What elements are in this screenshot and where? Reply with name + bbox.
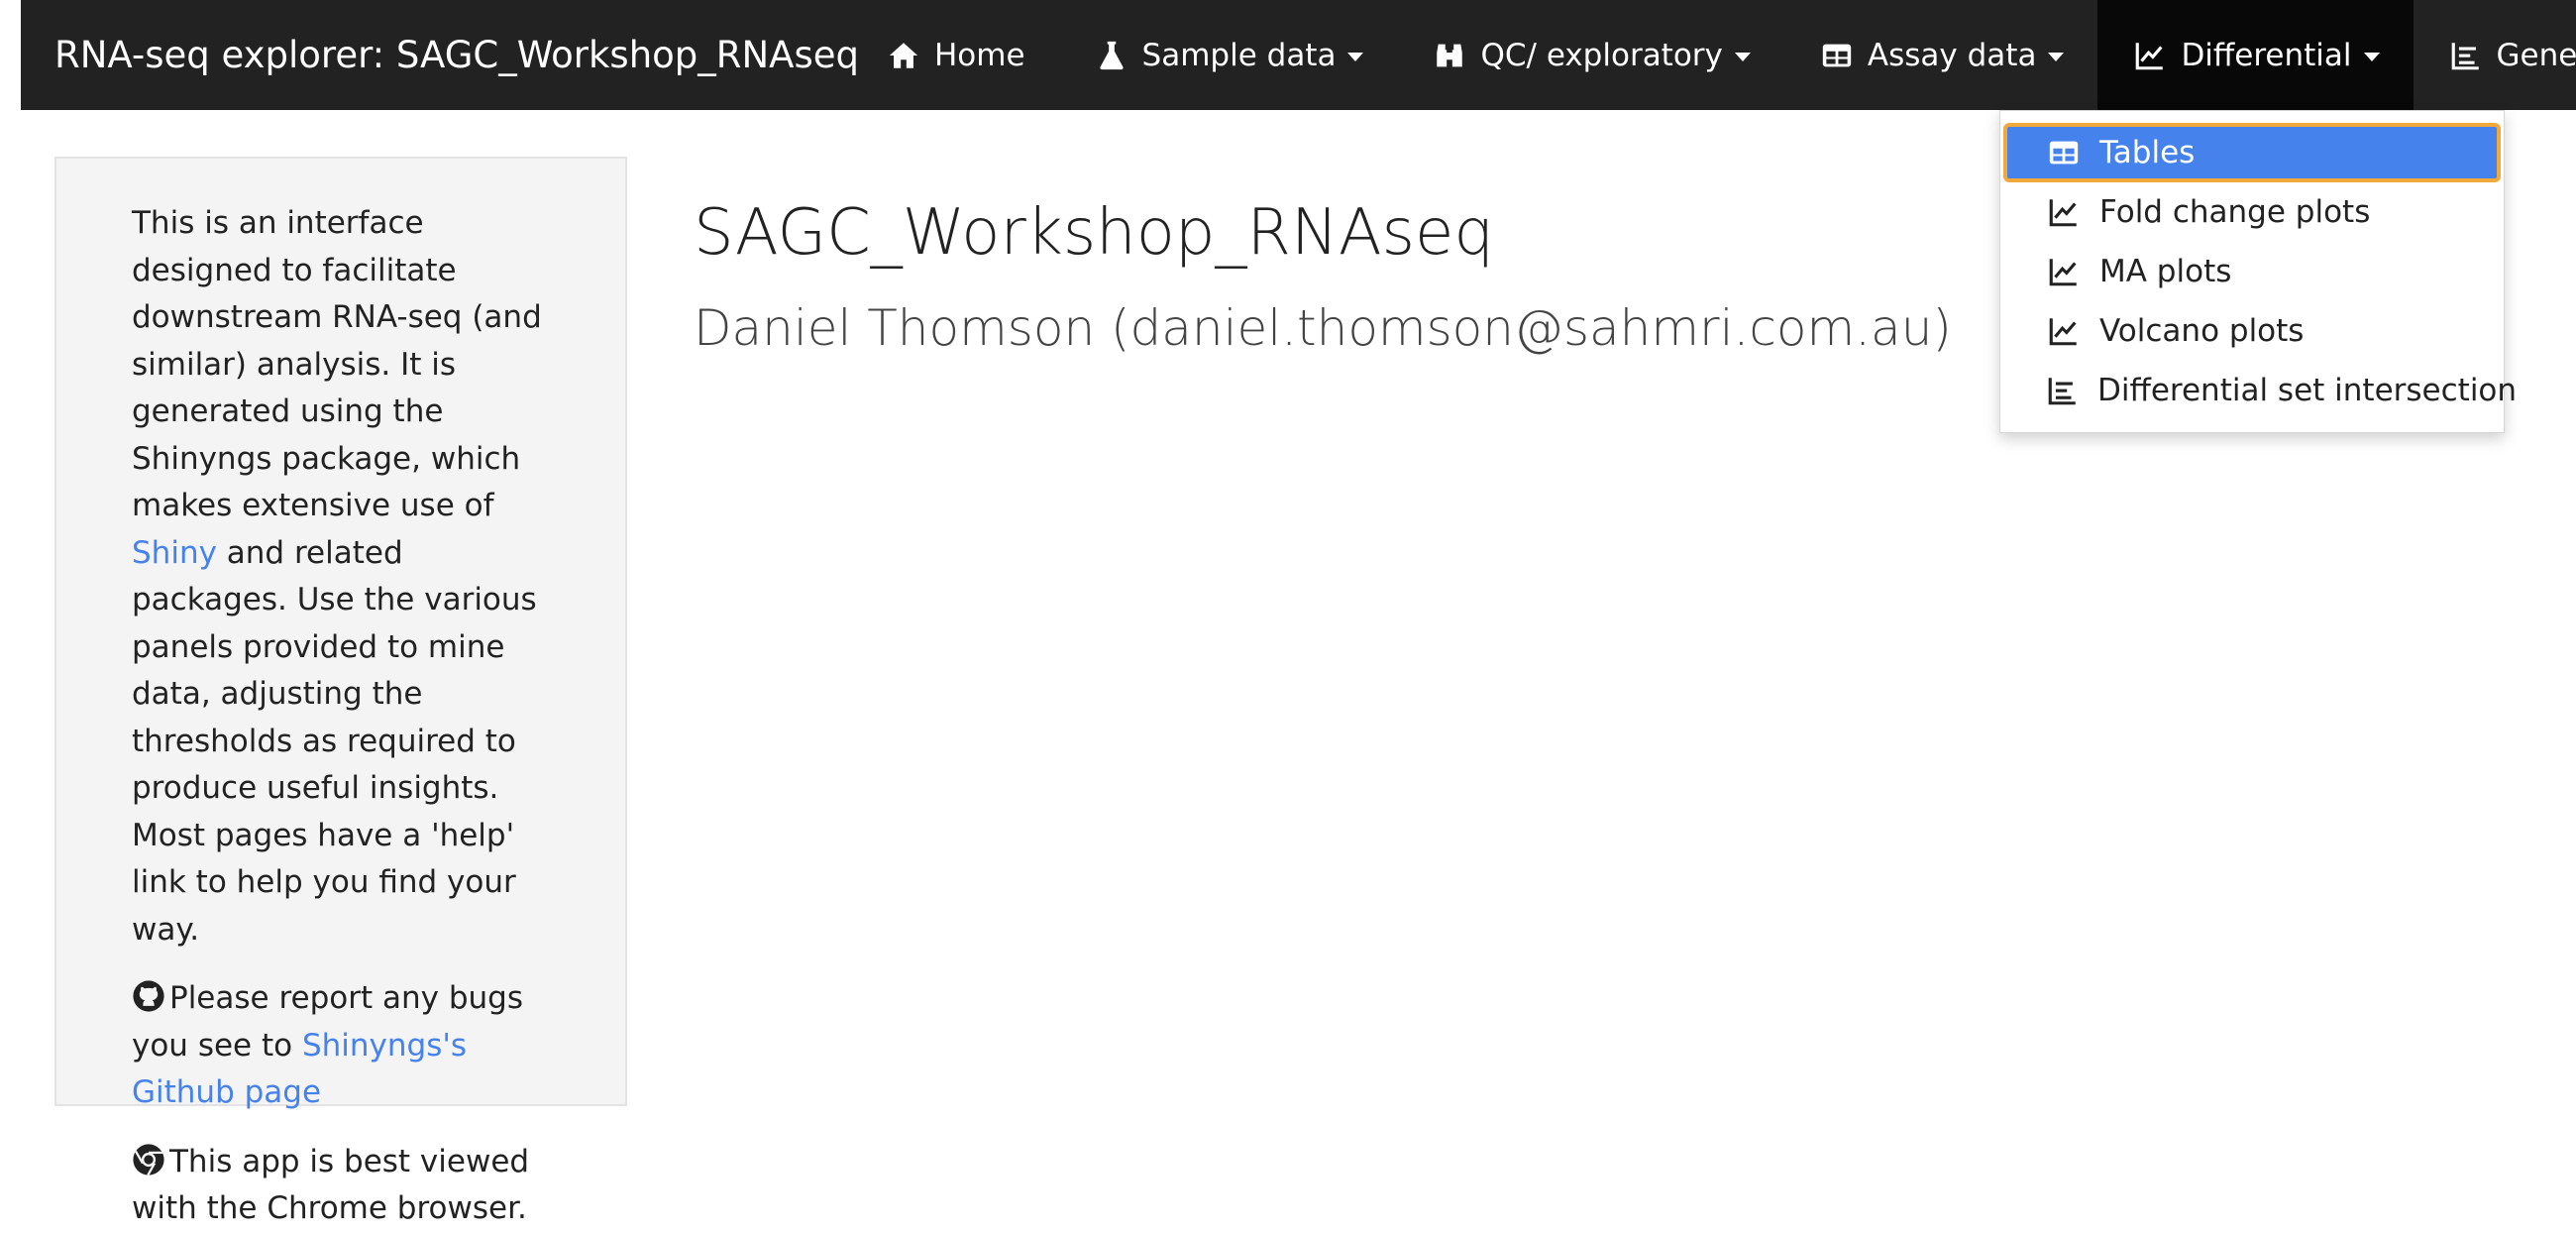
flask-icon (1093, 37, 1130, 74)
nav-differential-label: Differential (2181, 37, 2352, 73)
shiny-link[interactable]: Shiny (132, 535, 217, 571)
menu-item-label: Fold change plots (2099, 194, 2371, 230)
intro-text-end: and related packages. Use the various pa… (132, 534, 537, 948)
menu-item-label: MA plots (2099, 254, 2232, 289)
page-subtitle: Daniel Thomson (daniel.thomson@sahmri.co… (694, 299, 1952, 357)
bar-chart-icon (2046, 373, 2080, 408)
sidebar-panel: This is an interface designed to facilit… (54, 157, 627, 1226)
menu-item-fold-change-plots[interactable]: Fold change plots (2000, 182, 2504, 242)
bugs-paragraph: Please report any bugs you see to Shinyn… (132, 975, 556, 1117)
nav-gene-info[interactable]: Gene info (2414, 0, 2576, 110)
chrome-text: This app is best viewed with the Chrome … (132, 1143, 530, 1227)
top-navbar: RNA-seq explorer: SAGC_Workshop_RNAseq H… (21, 0, 2576, 110)
home-icon (885, 37, 922, 74)
bar-chart-icon (2447, 37, 2485, 74)
nav-gene-info-label: Gene info (2496, 37, 2576, 73)
menu-item-tables[interactable]: Tables (2003, 123, 2501, 182)
menu-item-label: Tables (2099, 135, 2196, 170)
caret-down-icon (1347, 53, 1364, 61)
menu-item-ma-plots[interactable]: MA plots (2000, 242, 2504, 301)
chrome-icon (132, 1143, 165, 1177)
table-icon (2046, 135, 2082, 170)
nav-qc-exploratory[interactable]: QC/ exploratory (1397, 0, 1783, 110)
binoculars-icon (1431, 37, 1468, 74)
menu-item-volcano-plots[interactable]: Volcano plots (2000, 301, 2504, 361)
menu-item-label: Volcano plots (2099, 313, 2305, 349)
nav-sample-data[interactable]: Sample data (1059, 0, 1398, 110)
line-chart-icon (2046, 254, 2082, 289)
nav-qc-label: QC/ exploratory (1480, 37, 1723, 73)
page-title: SAGC_Workshop_RNAseq (694, 196, 1494, 270)
line-chart-icon (2131, 37, 2169, 74)
menu-item-differential-set-intersection[interactable]: Differential set intersection (2000, 361, 2517, 420)
nav-differential[interactable]: Differential (2097, 0, 2414, 110)
nav-home[interactable]: Home (851, 0, 1059, 110)
github-icon (132, 979, 165, 1013)
caret-down-icon (1734, 53, 1751, 61)
nav-assay-data[interactable]: Assay data (1784, 0, 2098, 110)
chrome-paragraph: This app is best viewed with the Chrome … (132, 1139, 556, 1233)
menu-item-label: Differential set intersection (2097, 373, 2518, 408)
intro-paragraph: This is an interface designed to facilit… (132, 200, 556, 953)
intro-text-start: This is an interface designed to facilit… (132, 205, 542, 523)
app-brand[interactable]: RNA-seq explorer: SAGC_Workshop_RNAseq (21, 0, 859, 110)
nav-sample-data-label: Sample data (1141, 37, 1337, 73)
table-icon (1818, 37, 1856, 74)
nav-home-label: Home (934, 37, 1025, 73)
line-chart-icon (2046, 313, 2082, 349)
differential-dropdown-menu: Tables Fold change plots MA plots Volcan… (1999, 110, 2517, 433)
line-chart-icon (2046, 194, 2082, 230)
caret-down-icon (2048, 53, 2065, 61)
nav-assay-label: Assay data (1867, 37, 2037, 73)
caret-down-icon (2363, 53, 2380, 61)
